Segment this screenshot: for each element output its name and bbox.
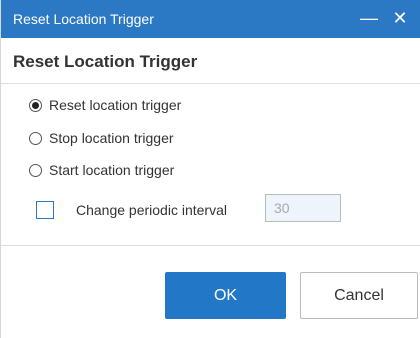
radio-label: Start location trigger (49, 162, 175, 178)
window-title: Reset Location Trigger (13, 11, 154, 27)
radio-reset-location-trigger[interactable]: Reset location trigger (29, 96, 181, 114)
ok-button[interactable]: OK (165, 272, 286, 319)
radio-button[interactable] (29, 163, 42, 177)
cancel-button[interactable]: Cancel (300, 272, 418, 319)
dialog-heading: Reset Location Trigger (13, 52, 198, 71)
radio-start-location-trigger[interactable]: Start location trigger (29, 161, 174, 179)
close-icon[interactable]: ✕ (387, 5, 413, 31)
radio-button-selected[interactable] (29, 98, 42, 112)
periodic-interval-label: Change periodic interval (76, 202, 227, 218)
periodic-interval-input[interactable] (265, 194, 341, 222)
dialog-window: Reset Location Trigger — ✕ Reset Locatio… (0, 0, 420, 338)
radio-stop-location-trigger[interactable]: Stop location trigger (29, 129, 174, 147)
dialog-header: Reset Location Trigger (1, 38, 420, 84)
periodic-interval-checkbox[interactable] (36, 201, 54, 219)
radio-button[interactable] (29, 131, 42, 145)
title-bar[interactable]: Reset Location Trigger — ✕ (1, 0, 420, 38)
minimize-icon[interactable]: — (356, 5, 382, 31)
radio-label: Stop location trigger (49, 130, 174, 146)
radio-label: Reset location trigger (49, 97, 182, 113)
